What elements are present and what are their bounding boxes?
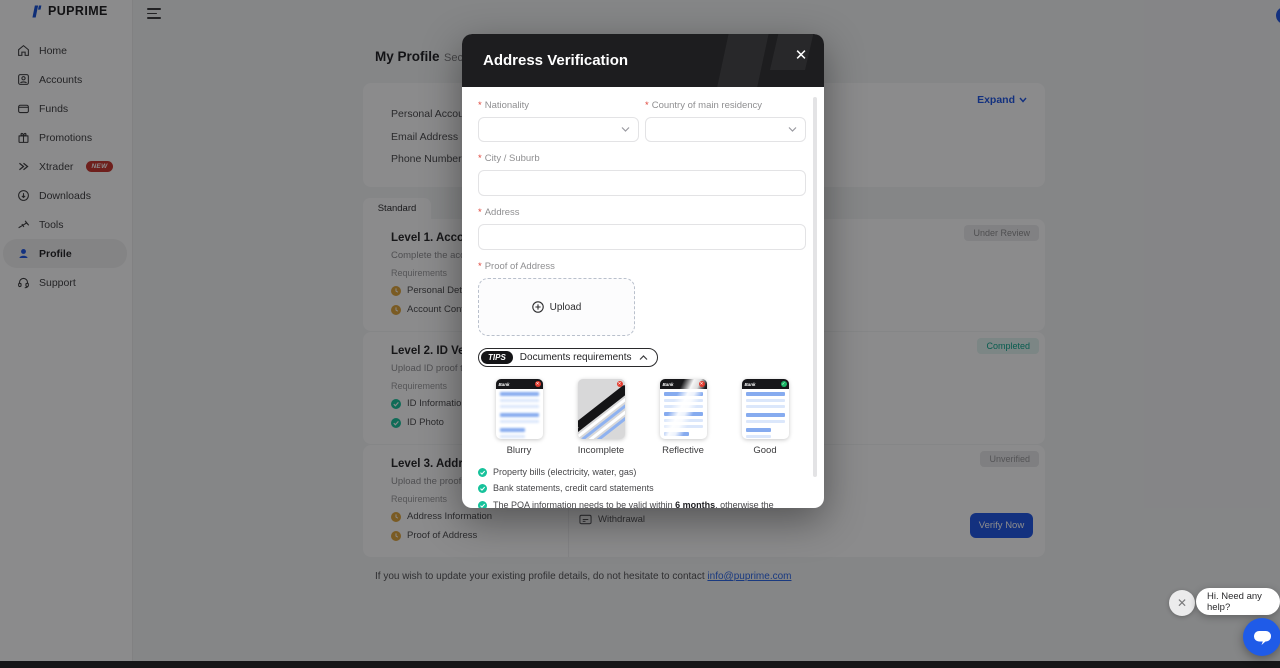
chat-greeting-bubble[interactable]: Hi. Need any help? [1196,588,1280,615]
reject-dot-icon: ✕ [617,381,623,387]
approve-dot-icon: ✓ [781,381,787,387]
doc-label: Blurry [507,445,532,456]
document-examples: Bank ✕ Blurry Bank ✕ Incomplete [478,379,806,456]
reject-dot-icon: ✕ [699,381,705,387]
doc-example-reflective: Bank ✕ Reflective [642,379,724,456]
proof-of-address-label: * Proof of Address [478,261,806,272]
modal-header: Address Verification ✕ [462,34,824,87]
chat-dismiss-button[interactable]: ✕ [1169,590,1195,616]
city-input[interactable] [478,170,806,196]
field-label-text: Address [485,207,520,218]
doc-example-good: Bank ✓ Good [724,379,806,456]
required-marker: * [478,153,482,164]
reject-dot-icon: ✕ [535,381,541,387]
requirement-line: Property bills (electricity, water, gas) [478,467,806,478]
doc-thumbnail: Bank ✓ [742,379,789,439]
doc-label: Reflective [662,445,704,456]
doc-example-incomplete: Bank ✕ Incomplete [560,379,642,456]
doc-thumbnail: Bank ✕ [496,379,543,439]
required-marker: * [645,100,649,111]
address-label: * Address [478,207,806,218]
required-marker: * [478,261,482,272]
modal-scrollbar[interactable] [813,97,817,477]
residency-label: * Country of main residency [645,100,806,111]
modal-title: Address Verification [483,52,628,69]
nationality-select[interactable] [478,117,639,142]
field-label-text: Proof of Address [485,261,555,272]
doc-thumbnail: Bank ✕ [660,379,707,439]
address-input[interactable] [478,224,806,250]
check-circle-icon [478,484,487,493]
required-marker: * [478,207,482,218]
tips-badge: TIPS [481,351,513,364]
document-requirements-list: Property bills (electricity, water, gas)… [478,467,806,508]
close-icon[interactable]: ✕ [790,45,812,67]
modal-body: * Nationality * Country of main residenc… [462,87,824,508]
upload-dropzone[interactable]: Upload [478,278,635,336]
circle-plus-icon [532,301,544,313]
required-marker: * [478,100,482,111]
doc-bank-word: Bank [663,382,674,387]
residency-select[interactable] [645,117,806,142]
field-label-text: City / Suburb [485,153,540,164]
city-label: * City / Suburb [478,153,806,164]
chat-launcher-button[interactable] [1243,618,1280,656]
requirement-line: The POA information needs to be valid wi… [478,500,806,509]
chevron-down-icon [621,126,630,133]
doc-thumbnail: Bank ✕ [578,379,625,439]
doc-label: Incomplete [578,445,624,456]
field-label-text: Nationality [485,100,529,111]
check-circle-icon [478,468,487,477]
doc-example-blurry: Bank ✕ Blurry [478,379,560,456]
chat-bubble-icon [1253,629,1272,646]
nationality-label: * Nationality [478,100,639,111]
tips-toggle[interactable]: TIPS Documents requirements [478,348,658,367]
tips-label: Documents requirements [520,352,632,363]
upload-label: Upload [550,302,582,313]
check-circle-icon [478,501,487,509]
doc-bank-word: Bank [499,382,510,387]
requirement-line: Bank statements, credit card statements [478,483,806,494]
field-label-text: Country of main residency [652,100,762,111]
chevron-up-icon [639,355,648,361]
doc-bank-word: Bank [745,382,756,387]
address-verification-modal: Address Verification ✕ * Nationality * C… [462,34,824,508]
chevron-down-icon [788,126,797,133]
doc-label: Good [753,445,776,456]
